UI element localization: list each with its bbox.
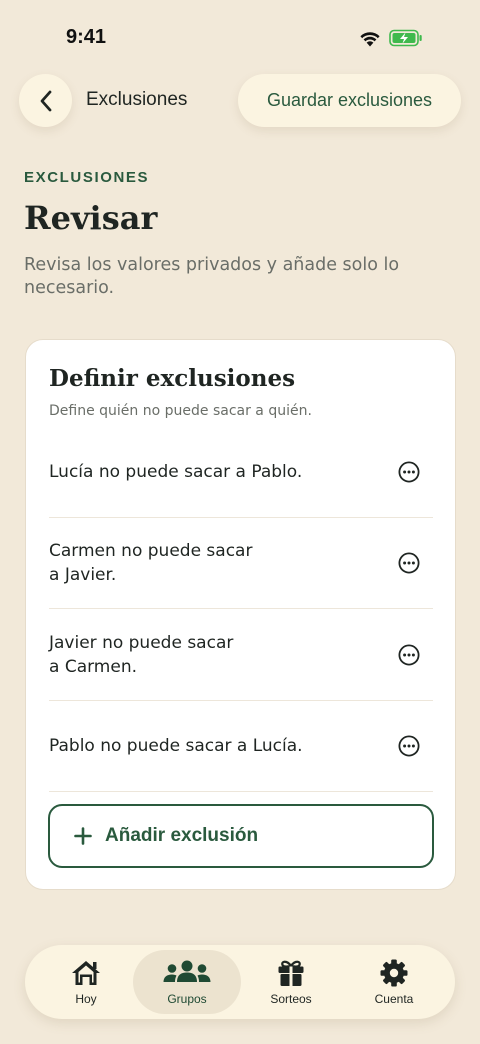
- tab-sorteos[interactable]: Sorteos: [237, 950, 345, 1014]
- status-bar: 9:41: [0, 0, 480, 78]
- save-exclusions-button[interactable]: Guardar exclusiones: [238, 74, 461, 127]
- exclusion-text: Lucía no puede sacar a Pablo.: [49, 460, 302, 484]
- more-options-icon[interactable]: [397, 643, 421, 667]
- exclusion-text-line1: Lucía no puede sacar a Pablo.: [49, 461, 303, 482]
- page-subtitle: Revisa los valores privados y añade solo…: [24, 255, 400, 298]
- add-exclusion-label: Añadir exclusión: [105, 825, 259, 846]
- header-title: Exclusiones: [86, 89, 188, 110]
- exclusion-text-line1: Carmen no puede sacar: [49, 541, 253, 561]
- exclusion-row[interactable]: Lucía no puede sacar a Pablo.: [49, 426, 433, 518]
- bottom-tab-bar: Hoy Grupos Sorteos Cuenta: [25, 945, 455, 1019]
- battery-charging-icon: [389, 29, 422, 47]
- exclusion-text: Carmen no puede sacar a Javier.: [49, 539, 252, 587]
- wifi-icon: [360, 32, 380, 47]
- status-time: 9:41: [66, 26, 107, 48]
- exclusion-text: Javier no puede sacar a Carmen.: [49, 631, 233, 679]
- card-title: Definir exclusiones: [49, 365, 296, 392]
- exclusion-row[interactable]: Pablo no puede sacar a Lucía.: [49, 701, 433, 792]
- add-exclusion-button[interactable]: Añadir exclusión: [48, 804, 434, 868]
- more-options-icon[interactable]: [397, 734, 421, 758]
- exclusions-card: Definir exclusiones Define quién no pued…: [25, 339, 456, 890]
- exclusion-text-line2: a Carmen.: [49, 656, 137, 677]
- chevron-left-icon: [40, 90, 51, 111]
- more-options-icon[interactable]: [397, 551, 421, 575]
- tab-label: Grupos: [167, 992, 207, 1006]
- back-button[interactable]: [19, 74, 72, 127]
- tab-grupos[interactable]: Grupos: [133, 950, 241, 1014]
- exclusion-text-line2: a Javier.: [49, 565, 117, 585]
- users-icon: [163, 960, 211, 982]
- card-subtitle: Define quién no puede sacar a quién.: [49, 403, 312, 419]
- tab-label: Sorteos: [270, 992, 312, 1006]
- plus-icon: [74, 827, 92, 845]
- more-options-icon[interactable]: [397, 460, 421, 484]
- exclusion-row[interactable]: Carmen no puede sacar a Javier.: [49, 518, 433, 609]
- exclusion-text: Pablo no puede sacar a Lucía.: [49, 734, 303, 758]
- page-title: Revisar: [24, 199, 158, 237]
- home-icon: [72, 961, 100, 985]
- exclusion-text-line1: Javier no puede sacar: [49, 632, 234, 653]
- exclusion-text-line1: Pablo no puede sacar a Lucía.: [49, 736, 303, 756]
- gear-icon: [380, 959, 408, 987]
- gift-icon: [278, 960, 304, 986]
- tab-cuenta[interactable]: Cuenta: [340, 950, 448, 1014]
- tab-hoy[interactable]: Hoy: [32, 950, 140, 1014]
- exclusion-row[interactable]: Javier no puede sacar a Carmen.: [49, 609, 433, 701]
- tab-label: Hoy: [75, 992, 97, 1006]
- section-eyebrow: EXCLUSIONES: [24, 169, 150, 186]
- tab-label: Cuenta: [374, 992, 414, 1006]
